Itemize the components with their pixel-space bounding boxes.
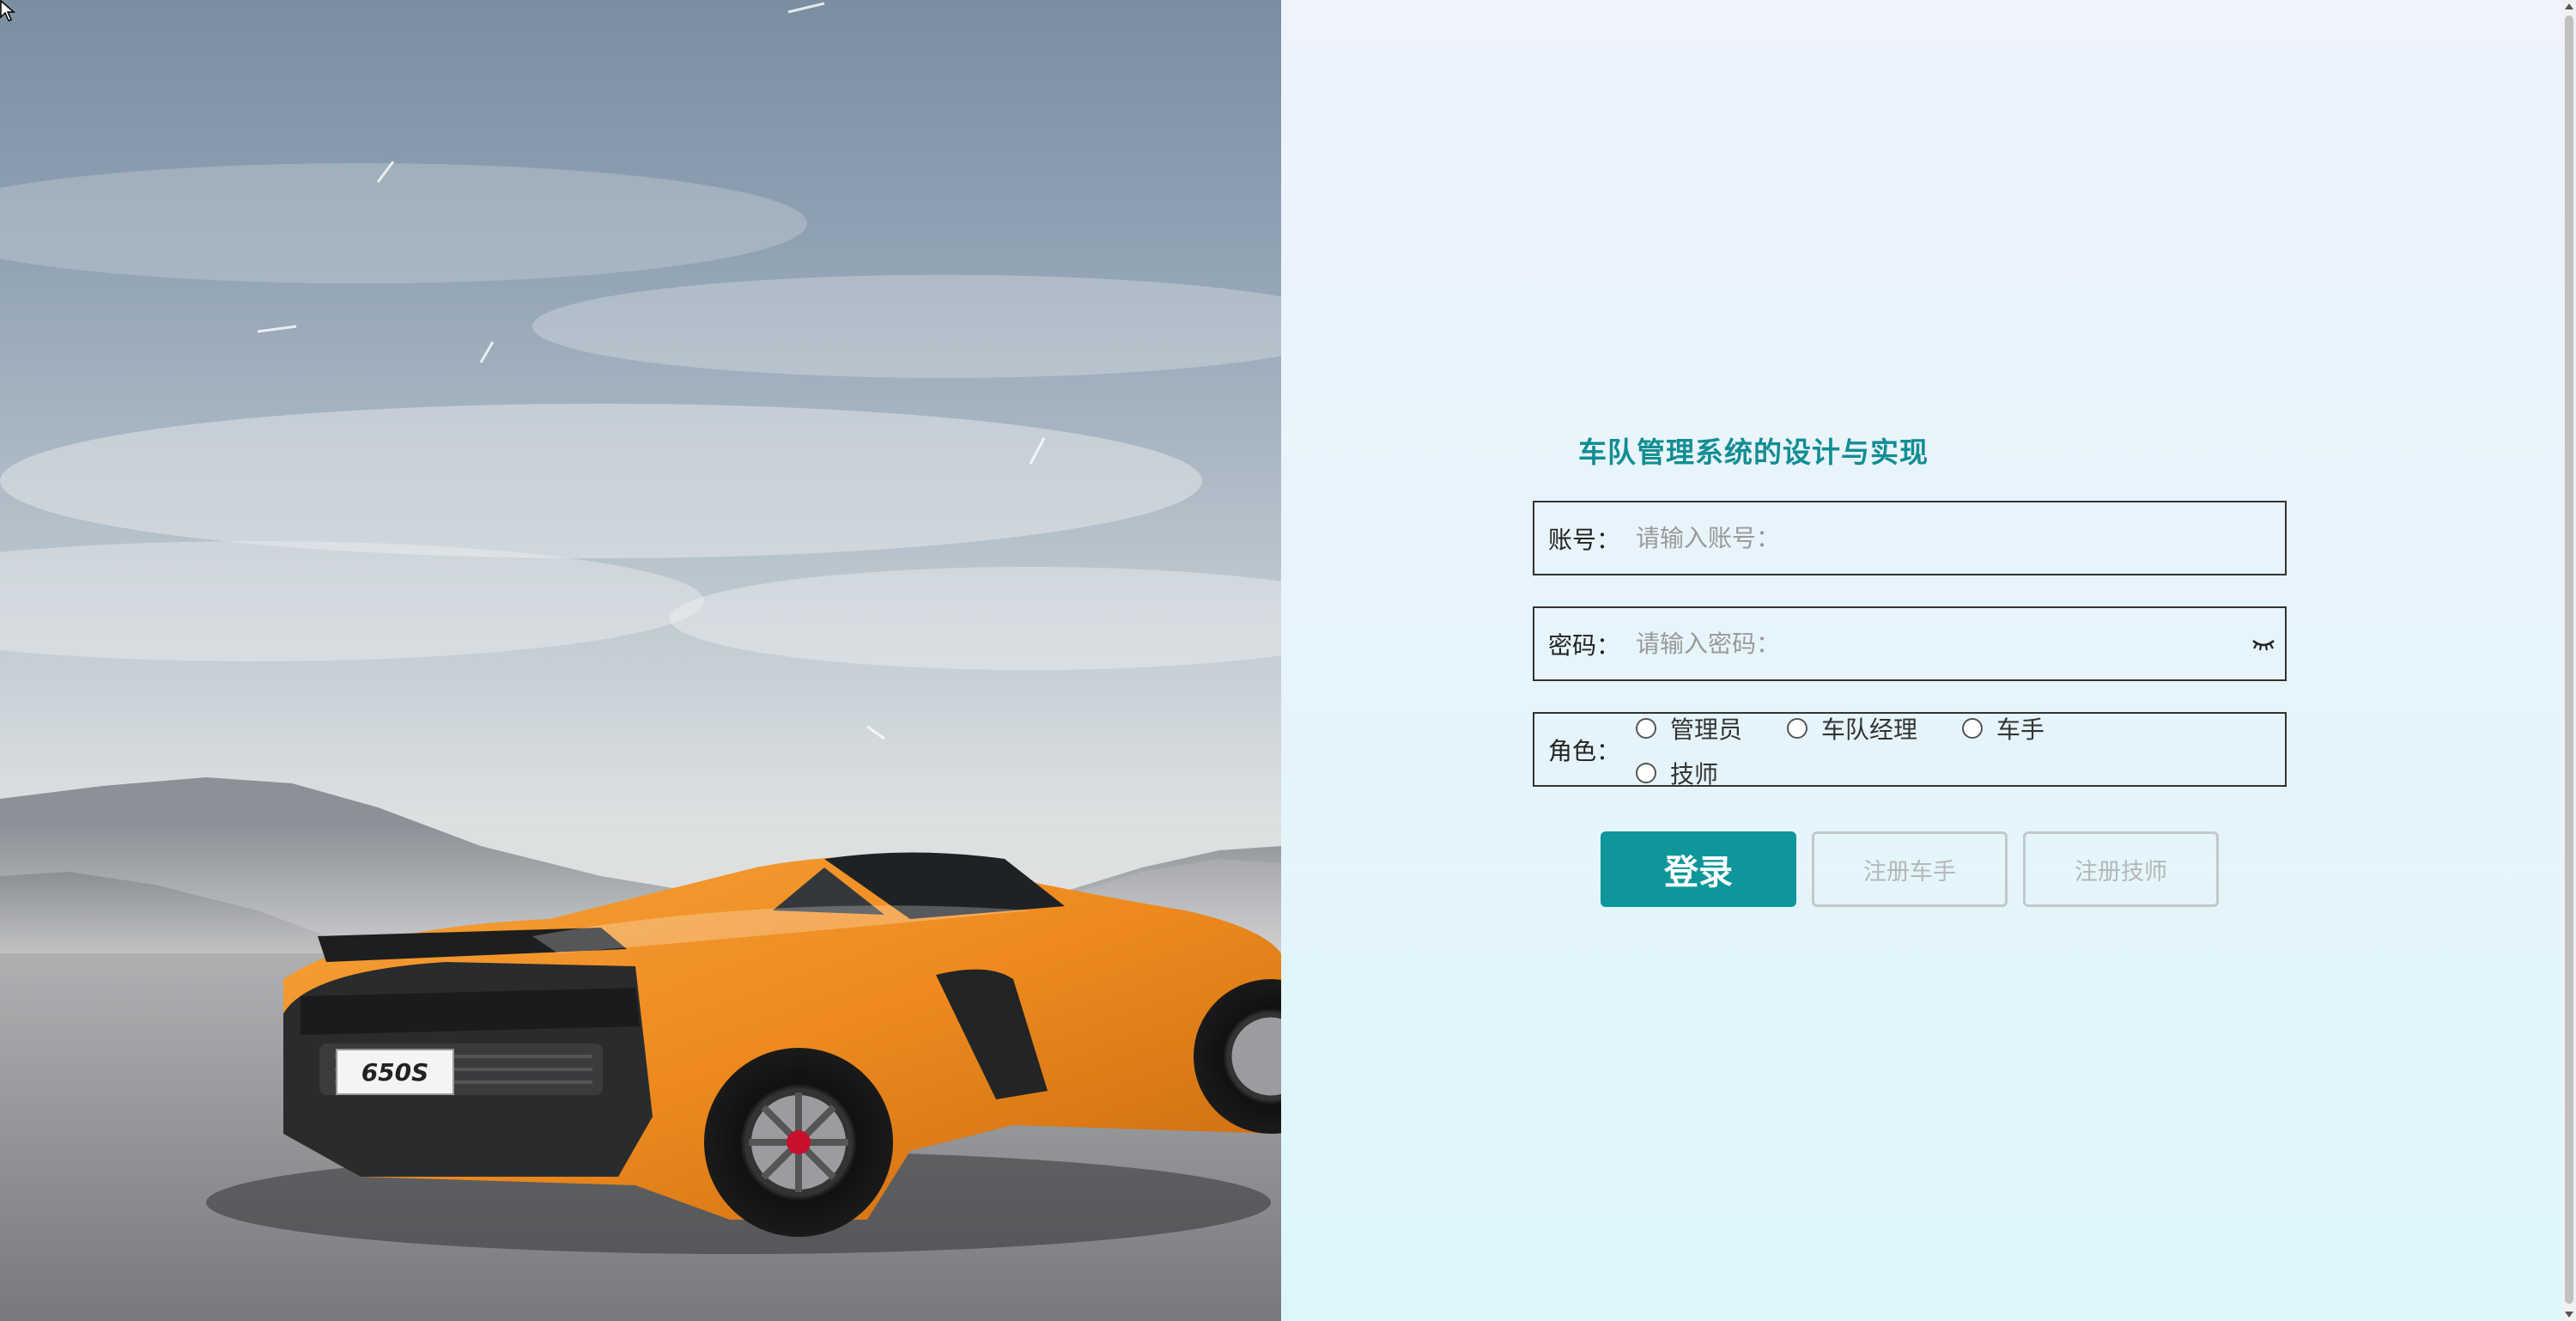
account-label: 账号： bbox=[1548, 525, 1621, 554]
role-option-label: 管理员 bbox=[1670, 715, 1743, 744]
role-option-driver[interactable]: 车手 bbox=[1962, 711, 2044, 746]
license-plate-text: 650S bbox=[361, 1058, 429, 1087]
radio-button[interactable] bbox=[1787, 717, 1808, 739]
role-field: 角色： 管理员 车队经理 车手 技师 bbox=[1533, 709, 2287, 790]
register-technician-button[interactable]: 注册技师 bbox=[2023, 831, 2219, 907]
role-option-admin[interactable]: 管理员 bbox=[1636, 711, 1742, 746]
role-option-team-manager[interactable]: 车队经理 bbox=[1787, 711, 1917, 746]
password-label: 密码： bbox=[1548, 630, 1621, 660]
radio-button[interactable] bbox=[1962, 717, 1984, 739]
password-input[interactable] bbox=[1636, 618, 2242, 670]
hero-car-illustration: 650S bbox=[0, 2, 1281, 1321]
role-option-label: 技师 bbox=[1670, 759, 1719, 788]
mouse-cursor-icon bbox=[0, 0, 15, 21]
account-field: 账号： bbox=[1533, 501, 2287, 575]
eye-closed-icon[interactable] bbox=[2242, 637, 2285, 651]
scroll-up-icon[interactable] bbox=[2565, 3, 2573, 9]
login-button[interactable]: 登录 bbox=[1601, 831, 1796, 907]
role-radio-group: 管理员 车队经理 车手 技师 bbox=[1636, 709, 2285, 790]
role-label: 角色： bbox=[1548, 736, 1621, 765]
role-option-label: 车手 bbox=[1996, 715, 2045, 744]
page-title: 车队管理系统的设计与实现 bbox=[1578, 435, 1929, 469]
account-input[interactable] bbox=[1636, 512, 2285, 564]
password-field: 密码： bbox=[1533, 606, 2287, 681]
radio-button[interactable] bbox=[1636, 717, 1656, 739]
scroll-thumb[interactable] bbox=[2565, 15, 2573, 1304]
hero-image: 650S bbox=[0, 0, 1281, 1321]
scroll-down-icon[interactable] bbox=[2565, 1312, 2573, 1318]
vertical-scrollbar[interactable] bbox=[2562, 0, 2576, 1321]
role-option-technician[interactable]: 技师 bbox=[1636, 756, 1718, 790]
role-option-label: 车队经理 bbox=[1821, 715, 1918, 744]
register-driver-button[interactable]: 注册车手 bbox=[1812, 831, 2008, 907]
radio-button[interactable] bbox=[1636, 762, 1656, 783]
